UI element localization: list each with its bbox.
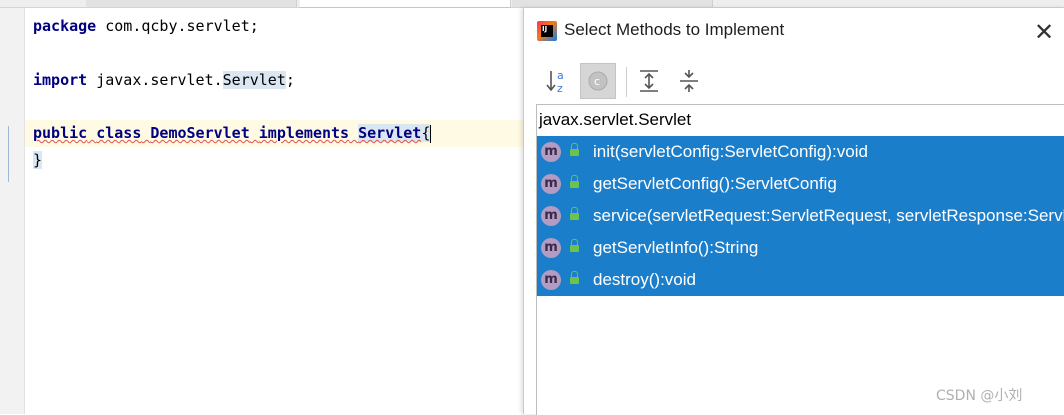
- public-lock-icon: [570, 271, 579, 284]
- fold-indicator[interactable]: [8, 126, 9, 182]
- method-label: getServletInfo():String: [593, 238, 759, 257]
- method-row[interactable]: m init(servletConfig:ServletConfig):void: [537, 136, 1064, 168]
- keyword: import: [33, 71, 88, 89]
- methods-tree[interactable]: javax.servlet.Servlet m init(servletConf…: [536, 104, 1064, 415]
- method-icon: m: [541, 270, 561, 290]
- method-row[interactable]: m destroy():void: [537, 264, 1064, 296]
- show-classes-icon[interactable]: c: [580, 63, 616, 99]
- method-row[interactable]: m getServletConfig():ServletConfig: [537, 168, 1064, 200]
- editor-tab[interactable]: [86, 0, 297, 7]
- method-icon: m: [541, 238, 561, 258]
- text-caret: [430, 124, 432, 143]
- highlighted-identifier: Servlet: [358, 124, 422, 142]
- method-row[interactable]: m service(servletRequest:ServletRequest,…: [537, 200, 1064, 232]
- collapse-all-icon[interactable]: [672, 63, 708, 99]
- code-line-import: import javax.servlet.Servlet;: [25, 67, 523, 94]
- svg-text:z: z: [557, 82, 563, 95]
- method-label: destroy():void: [593, 270, 696, 289]
- sort-alpha-icon[interactable]: a z: [542, 63, 578, 99]
- method-row[interactable]: m getServletInfo():String: [537, 232, 1064, 264]
- keyword: implements: [258, 124, 350, 142]
- method-label: service(servletRequest:ServletRequest, s…: [593, 206, 1064, 225]
- class-name: DemoServlet: [150, 124, 250, 142]
- toolbar-separator: [626, 67, 627, 97]
- tree-group-interface[interactable]: javax.servlet.Servlet: [537, 105, 1064, 135]
- code-line-class-declaration: public class DemoServlet implements Serv…: [25, 120, 523, 147]
- method-label: getServletConfig():ServletConfig: [593, 174, 837, 193]
- dialog-titlebar[interactable]: IJ Select Methods to Implement ✕: [524, 8, 1064, 58]
- code-line-package: package com.qcby.servlet;: [25, 13, 523, 40]
- public-lock-icon: [570, 175, 579, 188]
- select-methods-dialog: IJ Select Methods to Implement ✕ a z c j…: [523, 8, 1064, 415]
- method-label: init(servletConfig:ServletConfig):void: [593, 142, 868, 161]
- svg-text:c: c: [594, 75, 600, 88]
- close-icon[interactable]: ✕: [1030, 18, 1058, 46]
- expand-all-icon[interactable]: [632, 63, 668, 99]
- method-icon: m: [541, 142, 561, 162]
- code-line-closing-brace: }: [25, 147, 523, 174]
- brace: }: [33, 151, 43, 169]
- code-editor[interactable]: package com.qcby.servlet; import javax.s…: [25, 8, 523, 414]
- code-text: ;: [285, 71, 295, 89]
- code-text: com.qcby.servlet;: [96, 17, 259, 35]
- code-text: javax.servlet.: [87, 71, 223, 89]
- brace: {: [421, 124, 431, 142]
- dialog-title: Select Methods to Implement: [564, 20, 785, 39]
- editor-tab[interactable]: [512, 0, 713, 7]
- keyword: public: [33, 124, 88, 142]
- svg-text:a: a: [557, 69, 564, 82]
- public-lock-icon: [570, 239, 579, 252]
- keyword: class: [96, 124, 142, 142]
- dialog-toolbar: a z c: [524, 63, 1064, 101]
- method-icon: m: [541, 206, 561, 226]
- public-lock-icon: [570, 143, 579, 156]
- editor-tab-strip: [0, 0, 1064, 9]
- watermark: CSDN @小刘: [936, 388, 1023, 404]
- editor-gutter: [0, 8, 25, 414]
- highlighted-identifier: Servlet: [222, 71, 286, 89]
- public-lock-icon: [570, 207, 579, 220]
- keyword: package: [33, 17, 97, 35]
- method-icon: m: [541, 174, 561, 194]
- intellij-logo-icon: IJ: [537, 21, 557, 41]
